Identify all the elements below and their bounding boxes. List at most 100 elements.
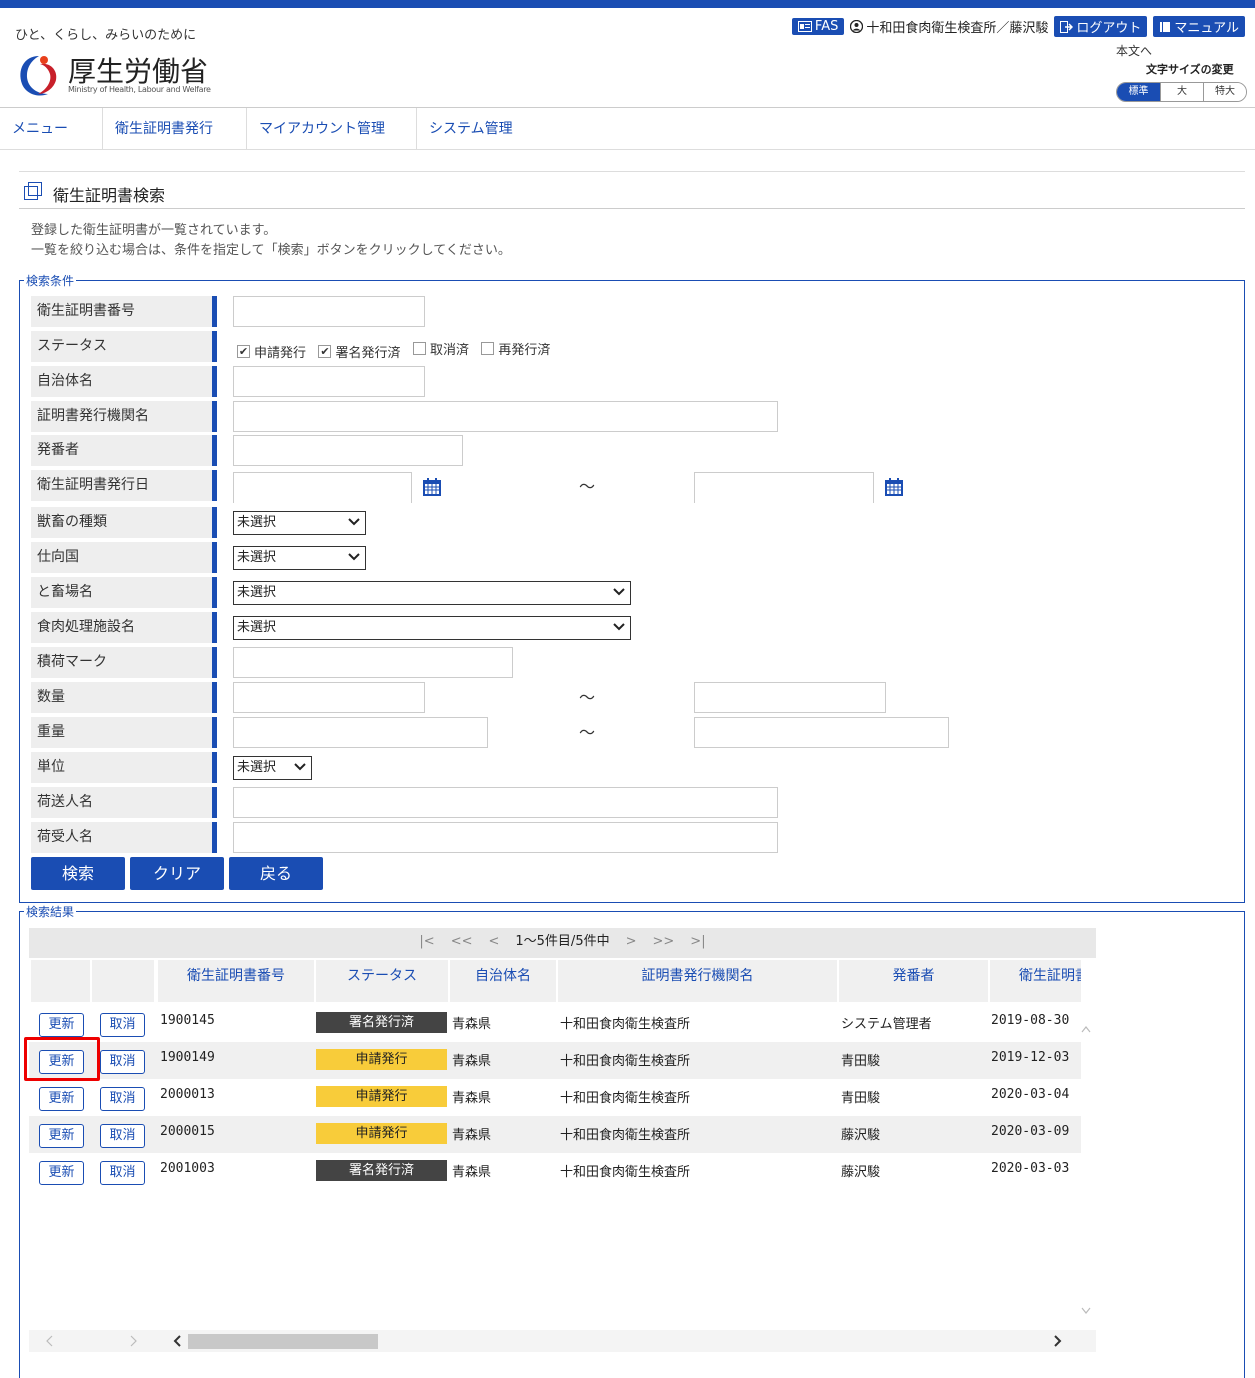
chevron-right-icon[interactable] bbox=[1052, 1335, 1062, 1347]
manual-button[interactable]: マニュアル bbox=[1153, 16, 1245, 37]
weight-to-input[interactable] bbox=[694, 717, 949, 748]
numberer-input[interactable] bbox=[233, 435, 463, 466]
pager-next[interactable]: > bbox=[626, 934, 637, 949]
logout-icon bbox=[1060, 20, 1074, 33]
calendar-icon[interactable] bbox=[884, 477, 904, 497]
update-button[interactable]: 更新 bbox=[39, 1161, 84, 1185]
label-issuer: 証明書発行機関名 bbox=[31, 401, 217, 432]
meat-facility-select[interactable]: 未選択 bbox=[233, 616, 631, 640]
issue-date-from-input[interactable] bbox=[233, 472, 412, 503]
quantity-to-input[interactable] bbox=[694, 682, 886, 713]
font-size-xlarge[interactable]: 特大 bbox=[1203, 83, 1246, 101]
column-header-number[interactable]: 衛生証明書番号 bbox=[158, 960, 314, 1002]
issuer-input[interactable] bbox=[233, 401, 778, 432]
unit-select[interactable]: 未選択 bbox=[233, 756, 312, 780]
checkbox-box[interactable] bbox=[481, 342, 495, 355]
row-numberer: 発番者 bbox=[31, 435, 217, 466]
pager-last[interactable]: >| bbox=[690, 934, 705, 949]
font-size-large[interactable]: 大 bbox=[1160, 83, 1203, 101]
issue-date-to-input[interactable] bbox=[694, 472, 874, 503]
nav-item-system-admin[interactable]: システム管理 bbox=[417, 108, 547, 150]
column-header-municipality[interactable]: 自治体名 bbox=[450, 960, 556, 1002]
search-button[interactable]: 検索 bbox=[31, 857, 125, 890]
logout-button[interactable]: ログアウト bbox=[1054, 16, 1148, 37]
row-issue-date: 衛生証明書発行日 bbox=[31, 470, 217, 501]
pagination-bar: |< << <1～5件目/5件中 > >> >| bbox=[29, 928, 1096, 958]
cancel-button[interactable]: 取消 bbox=[100, 1124, 145, 1148]
cancel-button[interactable]: 取消 bbox=[100, 1013, 145, 1037]
column-header-status[interactable]: ステータス bbox=[316, 960, 448, 1002]
status-checkbox-reissued[interactable]: 再発行済 bbox=[481, 339, 550, 358]
select-value: 未選択 bbox=[237, 515, 277, 530]
pager-next-block[interactable]: >> bbox=[653, 934, 675, 949]
cancel-button[interactable]: 取消 bbox=[100, 1087, 145, 1111]
nav-item-my-account[interactable]: マイアカウント管理 bbox=[247, 108, 417, 150]
livestock-type-select[interactable]: 未選択 bbox=[233, 511, 366, 535]
issuer: 十和田食肉衛生検査所 bbox=[560, 1128, 691, 1143]
issue-date: 2020-03-03 bbox=[991, 1161, 1070, 1176]
shipping-mark-input[interactable] bbox=[233, 647, 513, 678]
pager-first[interactable]: |< bbox=[419, 934, 434, 949]
back-button[interactable]: 戻る bbox=[229, 857, 323, 890]
column-header-issue-date[interactable]: 衛生証明書 bbox=[990, 960, 1081, 1002]
checkbox-label: 再発行済 bbox=[498, 343, 551, 358]
label-municipality: 自治体名 bbox=[31, 366, 217, 397]
update-button[interactable]: 更新 bbox=[39, 1124, 84, 1148]
shipper-input[interactable] bbox=[233, 787, 778, 818]
status-checkbox-signed[interactable]: ✔ 署名発行済 bbox=[318, 342, 400, 361]
quantity-from-input[interactable] bbox=[233, 682, 425, 713]
cert-number-input[interactable] bbox=[233, 296, 425, 327]
column-header-numberer[interactable]: 発番者 bbox=[839, 960, 988, 1002]
label-status: ステータス bbox=[31, 331, 217, 362]
nav-item-certificate-issue[interactable]: 衛生証明書発行 bbox=[103, 108, 247, 150]
select-value: 未選択 bbox=[237, 760, 277, 775]
scroll-down-arrow-icon[interactable] bbox=[1081, 1307, 1091, 1314]
consignee-input[interactable] bbox=[233, 822, 778, 853]
label-shipping-mark: 積荷マーク bbox=[31, 647, 217, 678]
cert-number: 1900149 bbox=[160, 1050, 215, 1065]
status-badge: 署名発行済 bbox=[316, 1160, 447, 1181]
municipality: 青森県 bbox=[452, 1128, 492, 1143]
chevron-left-icon[interactable] bbox=[45, 1335, 55, 1347]
clear-button[interactable]: クリア bbox=[130, 857, 224, 890]
chevron-left-icon[interactable] bbox=[173, 1335, 183, 1347]
numberer: 藤沢駿 bbox=[841, 1128, 881, 1143]
pager-prev-block[interactable]: << bbox=[451, 934, 473, 949]
fas-link[interactable]: FAS bbox=[791, 18, 845, 35]
user-icon bbox=[850, 20, 864, 33]
weight-from-input[interactable] bbox=[233, 717, 488, 748]
page-description: 登録した衛生証明書が一覧されています。 一覧を絞り込む場合は、条件を指定して「検… bbox=[31, 221, 511, 261]
update-button[interactable]: 更新 bbox=[39, 1013, 84, 1037]
chevron-right-icon[interactable] bbox=[128, 1335, 138, 1347]
issuer: 十和田食肉衛生検査所 bbox=[560, 1165, 691, 1180]
checkbox-box[interactable] bbox=[412, 342, 426, 355]
column-header-issuer[interactable]: 証明書発行機関名 bbox=[558, 960, 837, 1002]
scroll-up-arrow-icon[interactable] bbox=[1081, 1026, 1091, 1033]
status-checkbox-group: ✔ 申請発行 ✔ 署名発行済 取消済 再発行済 bbox=[237, 339, 558, 361]
label-slaughterhouse: と畜場名 bbox=[31, 577, 217, 608]
issuer: 十和田食肉衛生検査所 bbox=[560, 1017, 691, 1032]
update-button[interactable]: 更新 bbox=[39, 1087, 84, 1111]
municipality-input[interactable] bbox=[233, 366, 425, 397]
label-destination: 仕向国 bbox=[31, 542, 217, 573]
skip-to-content-link[interactable]: 本文へ bbox=[1116, 42, 1152, 59]
calendar-icon[interactable] bbox=[422, 477, 442, 497]
font-size-standard[interactable]: 標準 bbox=[1117, 83, 1160, 101]
vertical-scrollbar[interactable] bbox=[1079, 1015, 1093, 1325]
status-checkbox-cancelled[interactable]: 取消済 bbox=[412, 339, 469, 358]
mhlw-logo[interactable]: 厚生労働省 Ministry of Health, Labour and Wel… bbox=[14, 50, 214, 100]
cert-number: 2001003 bbox=[160, 1161, 215, 1176]
checkbox-box[interactable]: ✔ bbox=[318, 345, 332, 358]
municipality: 青森県 bbox=[452, 1091, 492, 1106]
nav-item-menu[interactable]: メニュー bbox=[0, 108, 103, 150]
checkbox-box[interactable]: ✔ bbox=[237, 345, 250, 358]
status-checkbox-applied[interactable]: ✔ 申請発行 bbox=[237, 342, 306, 361]
pager-prev[interactable]: < bbox=[488, 934, 499, 949]
destination-select[interactable]: 未選択 bbox=[233, 546, 366, 570]
cancel-button[interactable]: 取消 bbox=[100, 1050, 145, 1074]
cancel-button[interactable]: 取消 bbox=[100, 1161, 145, 1185]
id-card-icon bbox=[797, 21, 812, 32]
slaughterhouse-select[interactable]: 未選択 bbox=[233, 581, 631, 605]
scrollbar-thumb[interactable] bbox=[188, 1334, 378, 1349]
user-label: 十和田食肉衛生検査所／藤沢駿 bbox=[866, 21, 1049, 36]
